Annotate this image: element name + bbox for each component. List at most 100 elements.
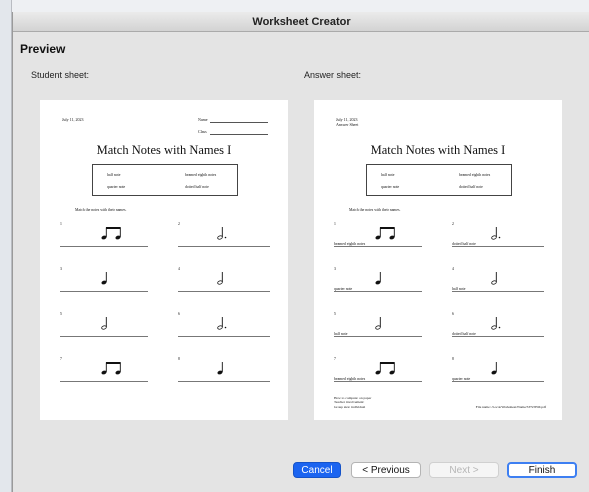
beamed-eighth-notes-icon bbox=[100, 361, 124, 380]
answer-line bbox=[334, 246, 422, 247]
worksheet-creator-window: Worksheet Creator Preview Student sheet:… bbox=[12, 12, 589, 492]
name-label: Name bbox=[198, 117, 208, 122]
question-number: 5 bbox=[60, 312, 62, 316]
half-note-icon-graphic bbox=[217, 272, 223, 285]
word-bank-item: beamed eighth notes bbox=[185, 173, 217, 177]
answer-line bbox=[60, 336, 148, 337]
beamed-eighth-notes-icon-graphic bbox=[101, 227, 121, 240]
question-number: 4 bbox=[178, 267, 180, 271]
question-number: 8 bbox=[178, 357, 180, 361]
dotted-half-note-icon-graphic bbox=[491, 317, 501, 330]
name-line bbox=[210, 122, 268, 123]
date-text: July 11, 2023 bbox=[62, 117, 84, 122]
window-title[interactable]: Worksheet Creator bbox=[13, 12, 589, 32]
beamed-eighth-notes-icon-graphic bbox=[375, 362, 395, 375]
next-button[interactable]: Next > bbox=[429, 462, 499, 478]
answer-text: dotted half note bbox=[452, 242, 476, 246]
background-app-edge bbox=[0, 0, 12, 492]
quarter-note-icon-graphic bbox=[491, 362, 497, 375]
desktop-top-edge bbox=[0, 0, 589, 12]
word-bank-item: half note bbox=[107, 173, 121, 177]
answer-line bbox=[334, 336, 422, 337]
footer-info: How to compute: on paper Teacher involvem… bbox=[334, 396, 371, 409]
dotted-half-note-icon bbox=[490, 316, 503, 335]
footer-line: Group size: individual bbox=[334, 404, 366, 409]
answer-line bbox=[178, 336, 270, 337]
question-number: 7 bbox=[334, 357, 336, 361]
dotted-half-note-icon bbox=[216, 316, 229, 335]
student-sheet-preview: July 11, 2023 Name Class Match Notes with N… bbox=[40, 100, 288, 420]
answer-sheet-label: Answer sheet: bbox=[304, 70, 362, 80]
cancel-button[interactable]: Cancel bbox=[293, 462, 341, 478]
word-bank-item: beamed eighth notes bbox=[459, 173, 491, 177]
worksheet-title: Match Notes with Names I bbox=[96, 143, 232, 157]
question-number: 3 bbox=[60, 267, 62, 271]
half-note-icon-graphic bbox=[375, 317, 381, 330]
question-number: 1 bbox=[60, 222, 62, 226]
word-bank-item: dotted half note bbox=[185, 185, 209, 189]
answer-line bbox=[452, 246, 544, 247]
question-number: 5 bbox=[334, 312, 336, 316]
answer-line bbox=[60, 291, 148, 292]
quarter-note-icon-graphic bbox=[101, 272, 107, 285]
half-note-icon bbox=[374, 316, 384, 335]
answer-line bbox=[452, 336, 544, 337]
class-line bbox=[210, 134, 268, 135]
answer-text: half note bbox=[334, 332, 348, 336]
answer-line bbox=[60, 246, 148, 247]
answer-text: half note bbox=[452, 287, 466, 291]
dotted-half-note-icon bbox=[490, 226, 503, 245]
previous-button[interactable]: < Previous bbox=[351, 462, 421, 478]
worksheet-date: July 11, 2023 bbox=[62, 117, 84, 122]
finish-button[interactable]: Finish bbox=[507, 462, 577, 478]
question-number: 8 bbox=[452, 357, 454, 361]
word-bank-item: dotted half note bbox=[459, 185, 483, 189]
quarter-note-icon bbox=[490, 361, 500, 380]
beamed-eighth-notes-icon-graphic bbox=[101, 362, 121, 375]
question-number: 2 bbox=[178, 222, 180, 226]
worksheet-title: Match Notes with Names I bbox=[370, 143, 506, 157]
quarter-note-icon bbox=[216, 361, 226, 380]
instruction-text: Match the notes with their names. bbox=[75, 208, 127, 212]
answer-text: beamed eighth notes bbox=[334, 377, 366, 381]
beamed-eighth-notes-icon bbox=[100, 226, 124, 245]
answer-line bbox=[334, 381, 422, 382]
dotted-half-note-icon-graphic bbox=[217, 317, 227, 330]
word-bank-item: half note bbox=[381, 173, 395, 177]
beamed-eighth-notes-icon bbox=[374, 226, 398, 245]
half-note-icon-graphic bbox=[491, 272, 497, 285]
word-bank-item: quarter note bbox=[381, 185, 400, 189]
beamed-eighth-notes-icon bbox=[374, 361, 398, 380]
instruction-text: Match the notes with their names. bbox=[349, 208, 401, 212]
question-number: 1 bbox=[334, 222, 336, 226]
answer-text: dotted half note bbox=[452, 332, 476, 336]
quarter-note-icon-graphic bbox=[375, 272, 381, 285]
answer-line bbox=[60, 381, 148, 382]
answer-sheet-text: Answer Sheet bbox=[336, 122, 359, 127]
answer-text: beamed eighth notes bbox=[334, 242, 366, 246]
half-note-icon bbox=[100, 316, 110, 335]
beamed-eighth-notes-icon-graphic bbox=[375, 227, 395, 240]
question-number: 2 bbox=[452, 222, 454, 226]
half-note-icon-graphic bbox=[101, 317, 107, 330]
quarter-note-icon-graphic bbox=[217, 362, 223, 375]
word-bank-box: half note beamed eighth notes quarter note… bbox=[92, 164, 238, 196]
footer-filename: File name: /Local/Worksheet/Name/SYSTEM.… bbox=[475, 405, 546, 409]
quarter-note-icon bbox=[374, 271, 384, 290]
answer-line bbox=[178, 291, 270, 292]
student-sheet-label: Student sheet: bbox=[31, 70, 90, 80]
question-number: 7 bbox=[60, 357, 62, 361]
answer-line bbox=[178, 246, 270, 247]
quarter-note-icon bbox=[100, 271, 110, 290]
worksheet-date: July 11, 2023 Answer Sheet bbox=[336, 117, 358, 127]
word-bank-item: quarter note bbox=[107, 185, 126, 189]
dotted-half-note-icon-graphic bbox=[491, 227, 501, 240]
question-number: 6 bbox=[452, 312, 454, 316]
class-label: Class bbox=[198, 129, 207, 134]
question-number: 6 bbox=[178, 312, 180, 316]
answer-line bbox=[334, 291, 422, 292]
question-number: 4 bbox=[452, 267, 454, 271]
half-note-icon bbox=[216, 271, 226, 290]
answer-line bbox=[178, 381, 270, 382]
half-note-icon bbox=[490, 271, 500, 290]
